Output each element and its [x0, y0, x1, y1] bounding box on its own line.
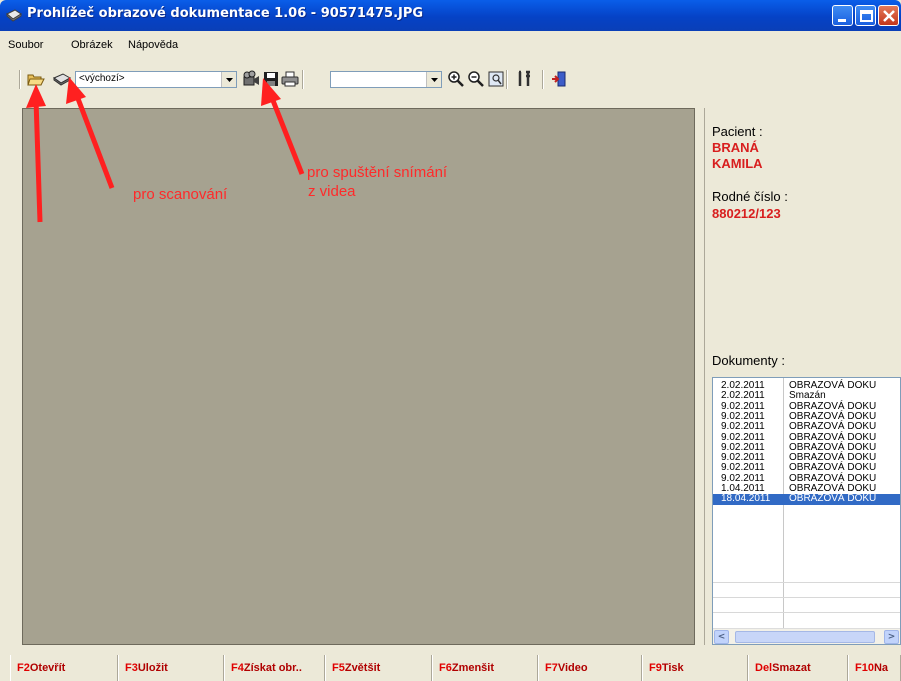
function-key-f7[interactable]: F7Video	[538, 655, 642, 681]
patient-surname: BRANÁ	[712, 140, 759, 155]
document-title: OBRAZOVÁ DOKU	[789, 421, 877, 433]
function-key-label: Tisk	[661, 662, 684, 674]
patient-firstname: KAMILA	[712, 156, 763, 171]
function-key-code: Del	[755, 662, 773, 674]
scroll-thumb[interactable]	[735, 631, 875, 643]
function-key-code: F7	[545, 662, 558, 674]
function-key-code: F9	[649, 662, 662, 674]
function-key-code: F10	[855, 662, 874, 674]
function-key-code: F6	[439, 662, 452, 674]
annotation-scan: pro scanování	[133, 186, 228, 203]
document-row[interactable]: 18.04.2011 OBRAZOVÁ DOKU	[713, 493, 900, 505]
function-key-del[interactable]: DelSmazat	[748, 655, 848, 681]
document-title: OBRAZOVÁ DOKU	[789, 431, 877, 443]
document-title: OBRAZOVÁ DOKU	[789, 462, 877, 474]
function-key-label: Smazat	[772, 662, 811, 674]
document-title: OBRAZOVÁ DOKU	[789, 493, 877, 505]
function-key-label: Získat obr..	[243, 662, 302, 674]
document-date: 18.04.2011	[721, 493, 771, 505]
function-key-label: Uložit	[137, 662, 168, 674]
documents-label: Dokumenty :	[712, 353, 785, 368]
row-divider	[713, 612, 900, 613]
function-key-label: Otevřít	[29, 662, 66, 674]
function-key-f5[interactable]: F5Zvětšit	[325, 655, 432, 681]
document-date: 9.02.2011	[721, 431, 765, 443]
document-date: 2.02.2011	[721, 390, 765, 402]
annotation-video-line1: pro spuštění snímání	[307, 164, 448, 181]
birth-number: 880212/123	[712, 206, 781, 221]
document-date: 9.02.2011	[721, 421, 765, 433]
document-date: 9.02.2011	[721, 462, 765, 474]
document-title: Smazán	[789, 390, 826, 402]
function-key-f6[interactable]: F6Zmenšit	[432, 655, 538, 681]
scroll-right-button[interactable]: >	[884, 630, 899, 644]
patient-label: Pacient :	[712, 124, 763, 139]
document-row[interactable]: 9.02.2011 OBRAZOVÁ DOKU	[713, 421, 900, 433]
function-key-code: F4	[231, 662, 244, 674]
function-key-f10[interactable]: F10Na	[848, 655, 901, 681]
function-key-f3[interactable]: F3Uložit	[118, 655, 224, 681]
arrow-video	[269, 97, 305, 175]
function-key-label: Video	[557, 662, 588, 674]
function-key-f9[interactable]: F9Tisk	[642, 655, 748, 681]
annotation-video-line2: z videa	[308, 183, 356, 200]
birth-number-label: Rodné číslo :	[712, 189, 788, 204]
row-divider	[713, 597, 900, 598]
function-key-label: Na	[873, 662, 889, 674]
function-key-bar: F2Otevřít F3Uložit F4Získat obr.. F5Zvětšit…	[0, 655, 901, 681]
arrow-open	[33, 99, 43, 223]
horizontal-scrollbar[interactable]: < >	[713, 628, 900, 644]
function-key-code: F3	[125, 662, 138, 674]
scroll-left-button[interactable]: <	[714, 630, 729, 644]
arrow-scan	[74, 95, 115, 189]
function-key-f4[interactable]: F4Získat obr..	[224, 655, 325, 681]
function-key-f2[interactable]: F2Otevřít	[10, 655, 118, 681]
documents-list[interactable]: 2.02.2011 OBRAZOVÁ DOKU 2.02.2011 Smazán 9.0…	[712, 377, 901, 645]
function-key-label: Zmenšit	[451, 662, 495, 674]
function-key-code: F5	[332, 662, 345, 674]
row-divider	[713, 582, 900, 583]
function-key-label: Zvětšit	[344, 662, 381, 674]
function-key-code: F2	[17, 662, 30, 674]
